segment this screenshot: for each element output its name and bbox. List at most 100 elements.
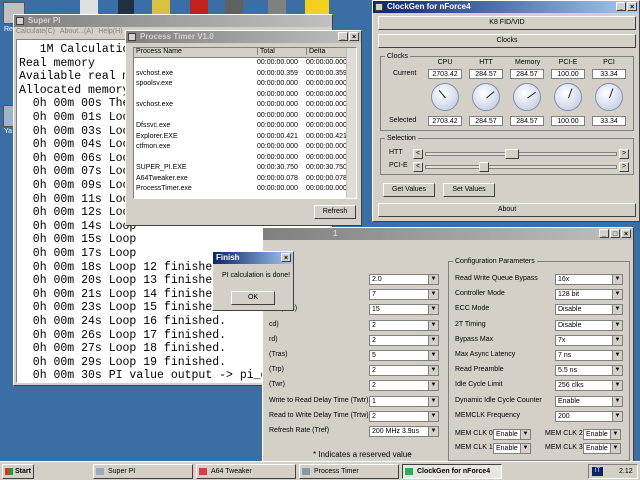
- chevron-down-icon[interactable]: ▼: [520, 444, 530, 453]
- htt-slider-track[interactable]: [425, 152, 617, 156]
- process-list-scrollbar[interactable]: [346, 48, 356, 198]
- close-button[interactable]: ×: [621, 229, 631, 238]
- clockgen-titlebar[interactable]: ClockGen for nForce4 _ ×: [373, 1, 639, 13]
- tray-clock[interactable]: 2.12: [619, 468, 633, 475]
- pcie-slider-left-arrow[interactable]: <: [413, 162, 423, 172]
- chevron-down-icon[interactable]: ▼: [520, 430, 530, 439]
- menu-help[interactable]: Help(H): [98, 28, 122, 38]
- refresh-button[interactable]: Refresh: [314, 205, 356, 219]
- language-indicator[interactable]: IT: [592, 467, 603, 476]
- config-select[interactable]: 7x ▼: [555, 334, 623, 346]
- memclk-select[interactable]: Enable ▼: [493, 443, 531, 454]
- get-values-button[interactable]: Get Values: [383, 183, 435, 197]
- desktop-icon-app-5[interactable]: [225, 0, 243, 14]
- htt-slider[interactable]: < >: [413, 149, 629, 159]
- chevron-down-icon[interactable]: ▼: [612, 381, 622, 391]
- start-button[interactable]: Start: [2, 464, 34, 479]
- chevron-down-icon[interactable]: ▼: [428, 396, 438, 406]
- config-select[interactable]: 200 ▼: [555, 410, 623, 422]
- table-row[interactable]: svchost.exe 00:00:00.000 00:00:00.000: [134, 100, 348, 110]
- config-select[interactable]: 7 ns ▼: [555, 350, 623, 361]
- maximize-button[interactable]: □: [610, 229, 620, 238]
- chevron-down-icon[interactable]: ▼: [612, 320, 622, 330]
- minimize-button[interactable]: _: [599, 229, 609, 238]
- pcie-slider[interactable]: < >: [413, 162, 629, 172]
- table-row[interactable]: ProcessTimer.exe 00:00:00.000 00:00:00.000: [134, 184, 348, 194]
- desktop-icon-app-2[interactable]: [118, 0, 134, 14]
- chevron-down-icon[interactable]: ▼: [428, 366, 438, 376]
- timing-select[interactable]: 2 ▼: [369, 410, 439, 422]
- chevron-down-icon[interactable]: ▼: [612, 335, 622, 345]
- htt-slider-left-arrow[interactable]: <: [413, 149, 423, 159]
- chevron-down-icon[interactable]: ▼: [612, 305, 622, 315]
- a64-tweaker-window[interactable]: 1 _ □ × 2.0▼7▼me (Trfc)15▼cd)2▼rd)2▼(Tra…: [262, 227, 634, 465]
- finish-titlebar[interactable]: Finish ×: [213, 252, 293, 264]
- chevron-down-icon[interactable]: ▼: [428, 427, 438, 436]
- task-superpi[interactable]: Super PI: [93, 464, 193, 479]
- superpi-titlebar[interactable]: Super PI: [14, 15, 332, 27]
- htt-slider-right-arrow[interactable]: >: [619, 149, 629, 159]
- pcie-slider-track[interactable]: [425, 165, 617, 169]
- pcie-slider-thumb[interactable]: [479, 162, 489, 172]
- table-row[interactable]: SUPER_PI.EXE 00:00:30.750 00:00:30.750: [134, 163, 348, 173]
- menu-calculate[interactable]: Calculate(C): [16, 28, 55, 38]
- memclk-select[interactable]: Enable ▼: [583, 429, 621, 440]
- htt-slider-thumb[interactable]: [505, 149, 519, 159]
- memclk-select[interactable]: Enable ▼: [583, 443, 621, 454]
- config-select[interactable]: Enable ▼: [555, 395, 623, 407]
- config-select[interactable]: 128 bit ▼: [555, 289, 623, 301]
- table-row[interactable]: svchost.exe 00:00:00.359 00:00:00.359: [134, 69, 348, 79]
- chevron-down-icon[interactable]: ▼: [428, 381, 438, 391]
- timing-select[interactable]: 7 ▼: [369, 289, 439, 301]
- timing-select[interactable]: 2 ▼: [369, 334, 439, 346]
- chevron-down-icon[interactable]: ▼: [428, 290, 438, 300]
- close-button[interactable]: ×: [281, 253, 291, 262]
- desktop-icon-app-3[interactable]: [152, 0, 170, 14]
- task-process-timer[interactable]: Process Timer: [299, 464, 399, 479]
- desktop-icon-app-6[interactable]: [268, 0, 286, 14]
- desktop-icon-superpi[interactable]: [305, 0, 329, 14]
- minimize-button[interactable]: _: [616, 2, 626, 11]
- chevron-down-icon[interactable]: ▼: [612, 275, 622, 284]
- memclk-select[interactable]: Enable ▼: [493, 429, 531, 440]
- timing-select[interactable]: 5 ▼: [369, 350, 439, 361]
- timing-select[interactable]: 200 MHz 3.9us ▼: [369, 426, 439, 437]
- a64-tweaker-titlebar[interactable]: 1 _ □ ×: [263, 228, 633, 240]
- timing-select[interactable]: 2 ▼: [369, 380, 439, 392]
- about-button[interactable]: About: [378, 203, 636, 217]
- tab-clocks[interactable]: Clocks: [378, 34, 636, 48]
- menu-about[interactable]: About...(A): [60, 28, 93, 38]
- column-header-process[interactable]: Process Name: [136, 48, 182, 55]
- chevron-down-icon[interactable]: ▼: [428, 351, 438, 360]
- timing-select[interactable]: 2 ▼: [369, 365, 439, 377]
- chevron-down-icon[interactable]: ▼: [612, 290, 622, 300]
- config-select[interactable]: 5.5 ns ▼: [555, 365, 623, 377]
- task-a64-tweaker[interactable]: A64 Tweaker: [196, 464, 296, 479]
- chevron-down-icon[interactable]: ▼: [428, 335, 438, 345]
- table-row[interactable]: 00:00:00.000 00:00:00.000: [134, 58, 348, 68]
- column-header-delta[interactable]: Delta: [306, 48, 325, 55]
- close-button[interactable]: ×: [349, 32, 359, 41]
- pcie-slider-right-arrow[interactable]: >: [619, 162, 629, 172]
- table-row[interactable]: 00:00:00.000 00:00:00.000: [134, 111, 348, 121]
- chevron-down-icon[interactable]: ▼: [610, 430, 620, 439]
- chevron-down-icon[interactable]: ▼: [612, 366, 622, 376]
- clockgen-window[interactable]: ClockGen for nForce4 _ × K8 FID/VID Cloc…: [372, 0, 640, 222]
- process-timer-titlebar[interactable]: Process Timer V1.0 _ ×: [126, 31, 361, 43]
- chevron-down-icon[interactable]: ▼: [428, 320, 438, 330]
- process-timer-window[interactable]: Process Timer V1.0 _ × Process Name Tota…: [125, 30, 362, 226]
- table-row[interactable]: A64Tweaker.exe 00:00:00.078 00:00:00.078: [134, 174, 348, 184]
- tab-k8-fid-vid[interactable]: K8 FID/VID: [378, 16, 636, 30]
- set-values-button[interactable]: Set Values: [443, 183, 495, 197]
- chevron-down-icon[interactable]: ▼: [610, 444, 620, 453]
- chevron-down-icon[interactable]: ▼: [612, 396, 622, 406]
- config-select[interactable]: 16x ▼: [555, 274, 623, 285]
- timing-select[interactable]: 2 ▼: [369, 319, 439, 331]
- column-header-total[interactable]: Total: [257, 48, 275, 55]
- timing-select[interactable]: 1 ▼: [369, 395, 439, 407]
- table-row[interactable]: 00:00:00.000 00:00:00.000: [134, 153, 348, 163]
- process-list[interactable]: Process Name Total Delta 00:00:00.000 00:…: [133, 47, 357, 199]
- config-select[interactable]: Disable ▼: [555, 304, 623, 316]
- timing-select[interactable]: 15 ▼: [369, 304, 439, 316]
- timing-select[interactable]: 2.0 ▼: [369, 274, 439, 285]
